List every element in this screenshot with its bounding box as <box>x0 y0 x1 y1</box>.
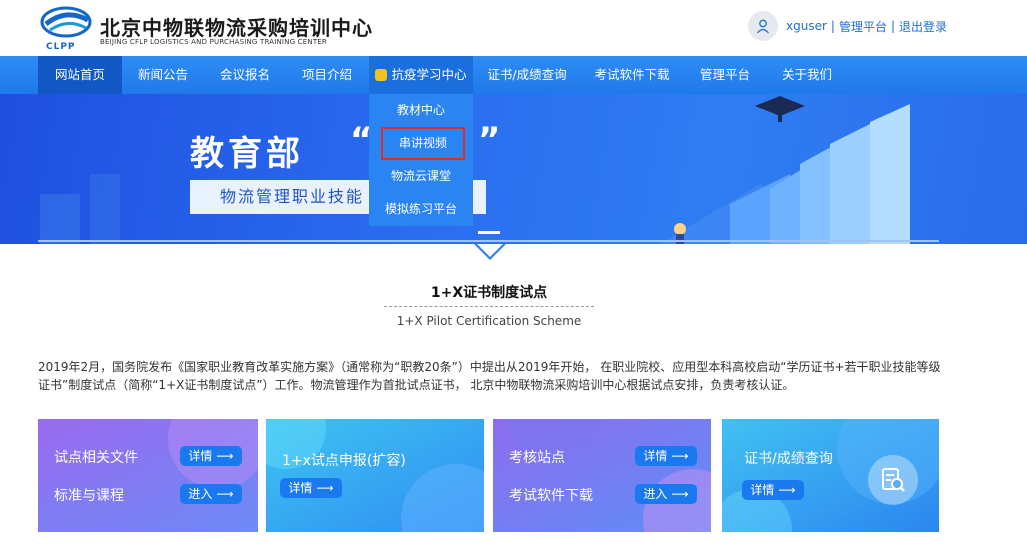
section-divider <box>384 306 594 307</box>
dropdown-item-textbooks[interactable]: 教材中心 <box>369 94 473 127</box>
site-header: CLPP 北京中物联物流采购培训中心 BEIJING CFLP LOGISTIC… <box>0 0 1027 56</box>
section-subtitle: 1+X Pilot Certification Scheme <box>396 314 582 328</box>
card-background <box>493 419 711 532</box>
banner-pointer-inner <box>477 244 503 257</box>
nav-item-about[interactable]: 关于我们 <box>770 56 844 94</box>
card-background <box>38 419 258 532</box>
card-pilot-application <box>266 419 484 532</box>
button-label: 详情 <box>288 481 313 495</box>
nav-item-meeting[interactable]: 会议报名 <box>204 56 286 94</box>
pilot-application-detail-button[interactable]: 详情 ⟶ <box>280 478 342 498</box>
site-logo[interactable]: CLPP 北京中物联物流采购培训中心 BEIJING CFLP LOGISTIC… <box>38 4 372 54</box>
card-label-exam-sites[interactable]: 考核站点 <box>509 447 565 467</box>
dropdown-item-lecture-videos[interactable]: 串讲视频 <box>381 127 465 160</box>
section-intro: 2019年2月，国务院发布《国家职业教育改革实施方案》（通常称为“职教20条”）… <box>38 360 941 392</box>
shield-badge-icon <box>375 69 388 81</box>
nav-item-learning-center[interactable]: 抗疫学习中心 <box>369 56 473 94</box>
nav-item-software-download[interactable]: 考试软件下载 <box>582 56 682 94</box>
card-exam-sites <box>493 419 711 532</box>
certificate-query-detail-button[interactable]: 详情 ⟶ <box>742 480 804 500</box>
logo-title-cn: 北京中物联物流采购培训中心 <box>100 16 373 40</box>
hero-banner[interactable]: 教育部 “ ” 物流管理职业技能 <box>0 94 1027 244</box>
nav-item-news[interactable]: 新闻公告 <box>122 56 204 94</box>
dropdown-item-practice-platform[interactable]: 模拟练习平台 <box>369 193 473 226</box>
banner-quote-close: ” <box>478 120 501 160</box>
logout-link[interactable]: 退出登录 <box>899 18 947 35</box>
slider-indicator[interactable] <box>478 231 500 234</box>
pilot-documents-detail-button[interactable]: 详情 ⟶ <box>180 446 242 466</box>
logo-mark-text: CLPP <box>46 42 76 52</box>
arrow-right-icon: ⟶ <box>671 449 689 463</box>
arrow-right-icon: ⟶ <box>778 483 796 497</box>
education-stairs-illustration <box>660 96 910 244</box>
logo-title-en: BEIJING CFLP LOGISTICS AND PURCHASING TR… <box>100 38 327 46</box>
card-label-pilot-documents[interactable]: 试点相关文件 <box>54 447 138 467</box>
button-label: 详情 <box>643 449 668 463</box>
button-label: 详情 <box>750 483 775 497</box>
section-title: 1+X证书制度试点 <box>430 285 548 301</box>
page: CLPP 北京中物联物流采购培训中心 BEIJING CFLP LOGISTIC… <box>0 0 1027 552</box>
button-label: 进入 <box>643 487 668 501</box>
nav-item-admin[interactable]: 管理平台 <box>688 56 762 94</box>
arrow-right-icon: ⟶ <box>671 487 689 501</box>
user-avatar[interactable] <box>748 11 778 41</box>
document-search-icon <box>868 455 918 505</box>
standards-enter-button[interactable]: 进入 ⟶ <box>180 484 242 504</box>
card-label-standards[interactable]: 标准与课程 <box>54 485 124 505</box>
nav-item-label: 抗疫学习中心 <box>391 67 467 82</box>
nav-item-home[interactable]: 网站首页 <box>38 56 122 94</box>
separator: | <box>830 19 835 33</box>
nav-item-projects[interactable]: 项目介绍 <box>286 56 368 94</box>
user-bar: xguser | 管理平台 | 退出登录 <box>748 10 947 42</box>
banner-title: 教育部 <box>190 134 304 174</box>
exam-sites-detail-button[interactable]: 详情 ⟶ <box>635 446 697 466</box>
banner-divider <box>38 240 939 242</box>
card-label-certificate-query[interactable]: 证书/成绩查询 <box>744 448 833 468</box>
software-download-enter-button[interactable]: 进入 ⟶ <box>635 484 697 504</box>
dropdown-item-cloud-classroom[interactable]: 物流云课堂 <box>369 160 473 193</box>
button-label: 进入 <box>188 487 213 501</box>
user-icon <box>756 19 770 34</box>
arrow-right-icon: ⟶ <box>216 449 234 463</box>
main-nav: 网站首页 新闻公告 会议报名 项目介绍 抗疫学习中心 证书/成绩查询 考试软件下… <box>0 56 1027 94</box>
card-pilot-documents <box>38 419 258 532</box>
separator: | <box>890 19 896 33</box>
learning-center-dropdown: 教材中心 串讲视频 物流云课堂 模拟练习平台 <box>369 94 473 226</box>
admin-link[interactable]: 管理平台 <box>839 18 887 35</box>
card-background <box>266 419 484 532</box>
nav-item-certificate-query[interactable]: 证书/成绩查询 <box>478 56 576 94</box>
username-link[interactable]: xguser <box>786 19 827 33</box>
button-label: 详情 <box>188 449 213 463</box>
card-label-pilot-application[interactable]: 1+x试点申报(扩容) <box>282 450 406 470</box>
card-label-software-download[interactable]: 考试软件下载 <box>509 485 593 505</box>
arrow-right-icon: ⟶ <box>316 481 334 495</box>
arrow-right-icon: ⟶ <box>216 487 234 501</box>
